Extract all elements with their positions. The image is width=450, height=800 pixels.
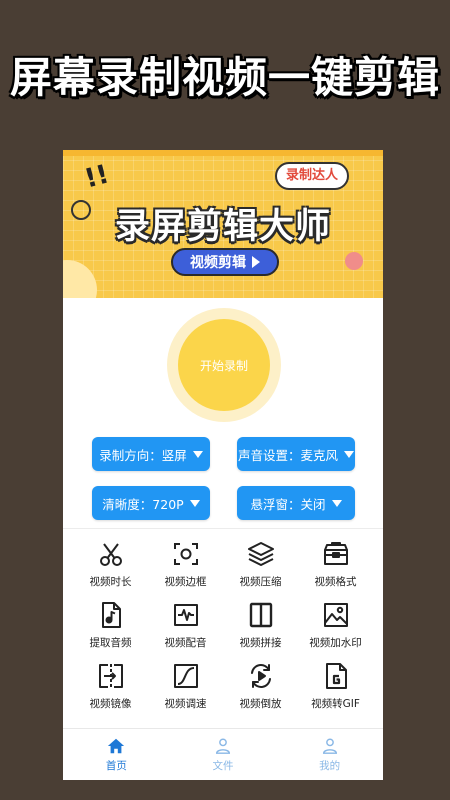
tool-label: 视频格式 <box>314 576 357 588</box>
layers-icon <box>247 542 274 566</box>
app-screen: !! 录制达人 录屏剪辑大师 视频剪辑 开始录制 录制方向：竖屏 声音设置：麦克… <box>63 150 383 780</box>
tool-video-speed[interactable]: 视频调速 <box>148 658 223 719</box>
caret-down-icon <box>192 450 203 458</box>
audio-dropdown-label: 声音设置：麦克风 <box>237 447 338 463</box>
toolbox-icon <box>323 542 348 565</box>
orientation-dropdown[interactable]: 录制方向：竖屏 <box>92 437 210 471</box>
banner-decoration <box>63 260 97 298</box>
tool-video-dubbing[interactable]: 视频配音 <box>148 597 223 658</box>
user-icon <box>215 738 231 754</box>
home-icon <box>108 738 125 753</box>
nav-files[interactable]: 文件 <box>170 729 277 780</box>
floating-window-dropdown-label: 悬浮窗：关闭 <box>250 496 326 512</box>
waveform-icon <box>173 604 198 626</box>
caret-down-icon <box>344 450 354 458</box>
caret-down-icon <box>331 499 342 507</box>
tool-video-border[interactable]: 视频边框 <box>148 536 223 597</box>
profile-icon <box>322 738 337 754</box>
tool-label: 视频调速 <box>164 698 207 710</box>
promo-title: 屏幕录制视频一键剪辑 <box>9 53 440 102</box>
tool-label: 视频加水印 <box>309 637 362 649</box>
tool-label: 视频边框 <box>164 576 207 588</box>
record-button-label: 开始录制 <box>199 358 248 373</box>
tool-video-duration[interactable]: 视频时长 <box>73 536 148 597</box>
floating-window-dropdown[interactable]: 悬浮窗：关闭 <box>237 486 355 520</box>
banner-decoration <box>345 252 363 270</box>
bottom-nav: 首页 文件 我的 <box>63 728 383 780</box>
video-edit-button-label: 视频剪辑 <box>190 255 246 271</box>
tool-label: 视频镜像 <box>89 698 132 710</box>
tool-video-compress[interactable]: 视频压缩 <box>223 536 298 597</box>
tool-label: 提取音频 <box>89 637 132 649</box>
tool-label: 视频拼接 <box>239 637 282 649</box>
tool-video-reverse[interactable]: 视频倒放 <box>223 658 298 719</box>
nav-profile[interactable]: 我的 <box>276 729 383 780</box>
record-button[interactable]: 开始录制 <box>167 308 281 422</box>
record-button-inner[interactable]: 开始录制 <box>178 319 270 411</box>
tool-extract-audio[interactable]: 提取音频 <box>73 597 148 658</box>
audio-dropdown[interactable]: 声音设置：麦克风 <box>237 437 355 471</box>
tool-video-format[interactable]: 视频格式 <box>298 536 373 597</box>
nav-label: 首页 <box>105 759 127 772</box>
exclamation-icon: !! <box>81 159 113 195</box>
video-edit-button[interactable]: 视频剪辑 <box>171 248 279 276</box>
caret-down-icon <box>189 499 200 507</box>
split-panel-icon <box>249 602 272 628</box>
image-icon <box>323 603 348 627</box>
banner-stripe <box>63 150 383 156</box>
resolution-dropdown-label: 清晰度：720P <box>102 496 184 512</box>
tool-label: 视频转GIF <box>311 698 360 710</box>
tool-label: 视频配音 <box>164 637 207 649</box>
tool-video-to-gif[interactable]: 视频转GIF <box>298 658 373 719</box>
tool-video-watermark[interactable]: 视频加水印 <box>298 597 373 658</box>
play-icon <box>252 256 260 268</box>
banner-tag: 录制达人 <box>275 162 349 190</box>
scissors-icon <box>99 543 122 566</box>
reverse-icon <box>250 664 271 688</box>
gif-icon <box>325 663 347 689</box>
nav-home[interactable]: 首页 <box>63 729 170 780</box>
tool-video-mirror[interactable]: 视频镜像 <box>73 658 148 719</box>
tool-label: 视频时长 <box>89 576 132 588</box>
mirror-icon <box>98 664 123 688</box>
orientation-dropdown-label: 录制方向：竖屏 <box>99 447 187 463</box>
nav-label: 文件 <box>212 759 234 772</box>
frame-camera-icon <box>173 543 198 565</box>
nav-label: 我的 <box>319 759 341 772</box>
tools-grid: 视频时长 视频边框 视频压缩 视频格式 提取音频 视频配音 视频拼接 视频加水印… <box>73 536 373 721</box>
divider <box>63 528 383 529</box>
speed-curve-icon <box>173 664 198 688</box>
banner[interactable]: !! 录制达人 录屏剪辑大师 视频剪辑 <box>63 150 383 298</box>
tool-label: 视频压缩 <box>239 576 282 588</box>
banner-title: 录屏剪辑大师 <box>114 207 331 247</box>
tool-video-merge[interactable]: 视频拼接 <box>223 597 298 658</box>
resolution-dropdown[interactable]: 清晰度：720P <box>92 486 210 520</box>
tool-label: 视频倒放 <box>239 698 282 710</box>
music-file-icon <box>101 602 121 628</box>
